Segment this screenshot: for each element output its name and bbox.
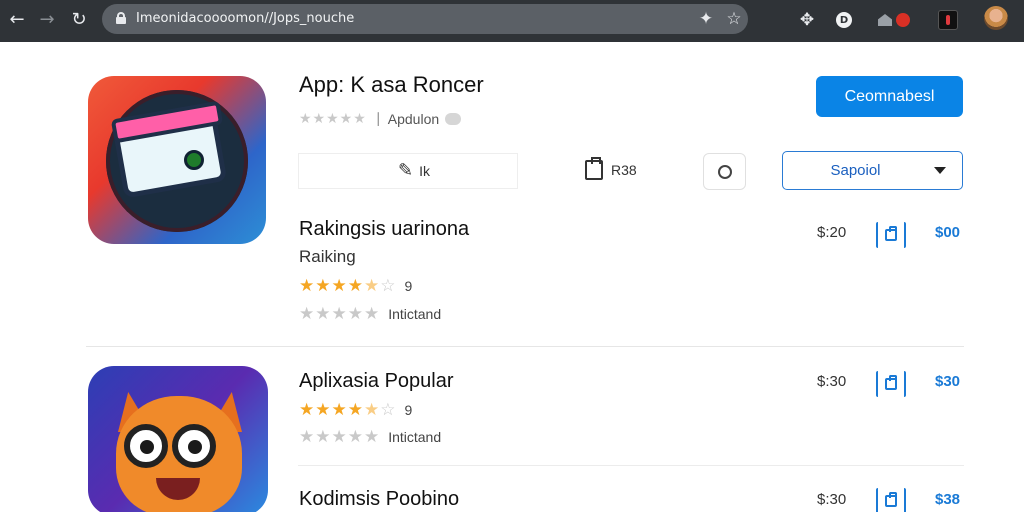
url-text[interactable]: Imeonidacoooomon//Jops_nouche — [136, 11, 354, 26]
divider — [86, 346, 964, 347]
rating-stars: ★★★★★ — [299, 304, 381, 324]
sort-select-value: Sapoiol — [830, 162, 881, 179]
chevron-down-icon — [934, 167, 946, 174]
circle-button[interactable] — [703, 153, 746, 190]
secondary-rating-row: ★★★★★ Intictand — [299, 304, 441, 324]
section-subtitle: Raiking — [299, 247, 356, 266]
price: $:20 — [817, 224, 847, 241]
forward-icon[interactable]: → — [34, 6, 60, 32]
section-title: Rakingsis uarinona — [299, 218, 470, 240]
shopping-bag-icon[interactable] — [876, 488, 906, 512]
edit-action[interactable]: ✎ Ik — [398, 160, 430, 181]
rating-stars: ★★★★★☆ — [299, 276, 397, 296]
pin-icon[interactable]: ✥ — [796, 7, 818, 33]
install-button[interactable]: Ceomnabesl — [816, 76, 963, 117]
buy-price-link[interactable]: $00 — [935, 224, 960, 241]
media-extension-icon[interactable] — [936, 7, 960, 33]
buy-price-link[interactable]: $38 — [935, 491, 960, 508]
rating-row: ★★★★★☆ 9 — [299, 276, 412, 296]
edit-action-label: Ik — [419, 162, 430, 179]
rating-count: 9 — [404, 402, 413, 418]
pencil-icon: ✎ — [398, 160, 414, 181]
secondary-rating-row: ★★★★★ Intictand — [299, 427, 441, 447]
rating-row: ★★★★★☆ 9 — [299, 400, 412, 420]
profile-avatar[interactable] — [984, 6, 1008, 30]
lock-icon — [116, 12, 126, 24]
clipboard-action[interactable]: R38 — [585, 157, 637, 180]
app-icon — [88, 76, 266, 244]
secondary-label: Intictand — [388, 306, 442, 322]
publisher-separator: ∣ — [374, 110, 382, 126]
bookmark-star-icon[interactable]: ☆ — [722, 7, 746, 31]
sort-select[interactable]: Sapoiol — [782, 151, 963, 190]
divider — [298, 465, 964, 466]
clipboard-action-label: R38 — [611, 162, 637, 178]
price: $:30 — [817, 373, 847, 390]
shopping-bag-icon[interactable] — [876, 222, 906, 248]
publisher-badge — [445, 112, 462, 125]
publisher-name[interactable]: Apdulon — [388, 111, 439, 127]
extension-icon[interactable]: ✦ — [694, 7, 718, 31]
address-bar[interactable]: Imeonidacoooomon//Jops_nouche ✦ ☆ — [102, 4, 748, 34]
section-title: Kodimsis Poobino — [299, 488, 460, 510]
back-icon[interactable]: ← — [4, 6, 30, 32]
home-notification-icon[interactable] — [870, 7, 918, 33]
app-icon — [88, 366, 268, 512]
shopping-bag-icon[interactable] — [876, 371, 906, 397]
price: $:30 — [817, 491, 847, 508]
extension-o-icon[interactable]: D — [834, 7, 854, 33]
rating-count: 9 — [404, 278, 413, 294]
section-title: Aplixasia Popular — [299, 370, 454, 392]
reload-icon[interactable]: ↻ — [66, 6, 92, 32]
browser-toolbar: ← → ↻ Imeonidacoooomon//Jops_nouche ✦ ☆ … — [0, 0, 1024, 42]
app-publisher-row: ★★★★★ ∣ Apdulon — [299, 110, 462, 127]
rating-stars: ★★★★★☆ — [299, 400, 397, 420]
buy-price-link[interactable]: $30 — [935, 373, 960, 390]
clipboard-icon — [585, 157, 603, 180]
rating-stars: ★★★★★ — [299, 110, 367, 127]
rating-stars: ★★★★★ — [299, 427, 381, 447]
secondary-label: Intictand — [388, 429, 442, 445]
app-title: App: K asa Roncer — [299, 72, 484, 97]
circle-icon — [717, 164, 732, 179]
